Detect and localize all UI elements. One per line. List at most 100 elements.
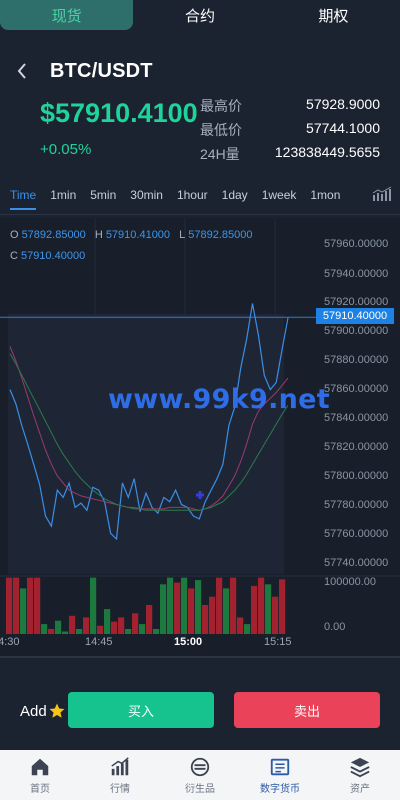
volume-bar (111, 621, 118, 634)
volume-bar (132, 613, 139, 634)
volume-bar (188, 588, 195, 634)
nav-digital-currency-label: 数字货币 (260, 783, 300, 795)
volume-bar (195, 580, 202, 634)
tab-options[interactable]: 期权 (267, 0, 400, 30)
volume-bar (97, 625, 104, 634)
volume-bar (174, 582, 181, 634)
low-label: L (179, 229, 186, 241)
stat-low: 最低价 57744.1000 (200, 120, 380, 140)
y-tick: 57860.00000 (324, 383, 389, 395)
interval-1mon[interactable]: 1mon (310, 188, 340, 202)
volume-bar (237, 617, 244, 634)
price-chart[interactable] (0, 218, 400, 658)
stat-volume: 24H量 123838449.5655 (200, 144, 380, 164)
watermark: www.99k9.net (108, 384, 330, 415)
y-tick: 57780.00000 (324, 499, 389, 511)
nav-market-label: 行情 (110, 783, 130, 795)
volume-bar (34, 577, 41, 634)
assets-layers-icon (350, 757, 370, 777)
low-value: 57892.85000 (188, 229, 253, 241)
back-button[interactable] (0, 62, 44, 80)
sell-button[interactable]: 卖出 (234, 692, 380, 728)
current-price-tag: 57910.40000 (316, 308, 394, 324)
volume-bar (48, 629, 55, 634)
plot-area (8, 314, 284, 576)
interval-1min[interactable]: 1min (50, 188, 76, 202)
volume-bar (209, 596, 216, 634)
volume-bar (223, 588, 230, 634)
nav-home[interactable]: 首页 (0, 750, 80, 800)
volume-bar (27, 577, 34, 634)
stat-volume-value: 123838449.5655 (274, 144, 380, 160)
buy-button[interactable]: 买入 (68, 692, 214, 728)
nav-home-label: 首页 (30, 783, 50, 795)
home-icon (31, 758, 49, 775)
divider (0, 656, 400, 658)
volume-bar (76, 629, 83, 634)
interval-1day[interactable]: 1day (222, 188, 248, 202)
y-tick: 57880.00000 (324, 354, 389, 366)
ohlc-row-2: C 57910.40000 (10, 250, 85, 262)
stat-low-value: 57744.1000 (306, 120, 380, 136)
stat-high: 最高价 57928.9000 (200, 96, 380, 116)
volume-bar (139, 624, 146, 634)
volume-bar (146, 605, 153, 634)
volume-bar (272, 596, 279, 634)
volume-tick: 0.00 (324, 621, 346, 633)
pair-title: BTC/USDT (50, 59, 153, 82)
nav-assets[interactable]: 资产 (320, 750, 400, 800)
tab-spot[interactable]: 现货 (0, 0, 134, 30)
interval-selector: Time 1min 5min 30min 1hour 1day 1week 1m… (0, 182, 400, 210)
market-chart-icon (111, 756, 129, 775)
interval-5min[interactable]: 5min (90, 188, 116, 202)
star-icon (49, 703, 65, 718)
high-label: H (94, 229, 103, 241)
y-tick: 57800.00000 (324, 470, 389, 482)
volume-bar (69, 615, 76, 634)
open-value: 57892.85000 (21, 229, 86, 241)
price-change: +0.05% (40, 141, 92, 158)
y-tick: 57740.00000 (324, 557, 389, 569)
x-tick: 14:45 (85, 636, 113, 648)
volume-bar (125, 629, 132, 634)
interval-30min[interactable]: 30min (130, 188, 163, 202)
y-tick: 57960.00000 (324, 238, 389, 250)
derivatives-icon (190, 757, 210, 776)
add-favorite-button[interactable]: Add (20, 702, 66, 720)
y-tick: 57840.00000 (324, 412, 389, 424)
y-tick: 57920.00000 (324, 296, 389, 308)
close-label: C (10, 250, 18, 262)
volume-bar (55, 620, 62, 634)
interval-1hour[interactable]: 1hour (177, 188, 208, 202)
top-tabs: 现货 合约 期权 (0, 0, 400, 30)
volume-bar (251, 585, 258, 634)
close-value: 57910.40000 (20, 250, 86, 262)
volume-bar (230, 577, 237, 634)
x-tick: 15:00 (174, 636, 203, 648)
trade-actions: Add 买入 卖出 (0, 690, 400, 730)
nav-derivatives[interactable]: 衍生品 (160, 750, 240, 800)
volume-bar (265, 584, 272, 634)
nav-market[interactable]: 行情 (80, 750, 160, 800)
volume-bar (153, 629, 160, 634)
stat-volume-label: 24H量 (200, 146, 240, 162)
chart-indicator-icon[interactable] (372, 186, 392, 202)
interval-time[interactable]: Time (10, 188, 37, 210)
tab-contract[interactable]: 合约 (133, 0, 266, 30)
nav-derivatives-label: 衍生品 (185, 783, 215, 795)
y-tick: 57820.00000 (324, 441, 389, 453)
pair-header: BTC/USDT (0, 56, 400, 86)
nav-digital-currency[interactable]: 数字货币 (240, 750, 320, 800)
divider (0, 214, 400, 215)
high-value: 57910.41000 (105, 229, 171, 241)
volume-bar (13, 577, 20, 634)
volume-bar (216, 577, 223, 634)
x-tick: 15:15 (264, 636, 292, 648)
interval-1week[interactable]: 1week (262, 188, 297, 202)
volume-bar (202, 605, 209, 634)
bottom-nav: 首页 行情 衍生品 数字货币 资产 (0, 750, 400, 800)
y-tick: 57940.00000 (324, 268, 389, 280)
volume-bar (279, 579, 286, 634)
stat-high-label: 最高价 (200, 98, 242, 114)
volume-bar (41, 624, 48, 634)
